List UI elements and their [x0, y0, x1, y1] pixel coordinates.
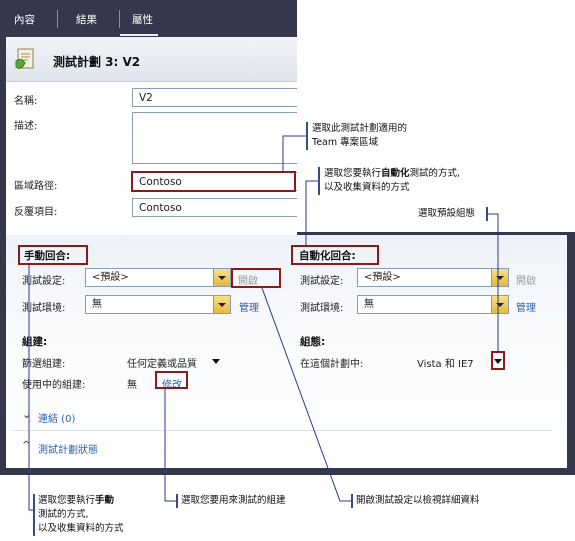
callout-leader-lines [28, 135, 499, 511]
